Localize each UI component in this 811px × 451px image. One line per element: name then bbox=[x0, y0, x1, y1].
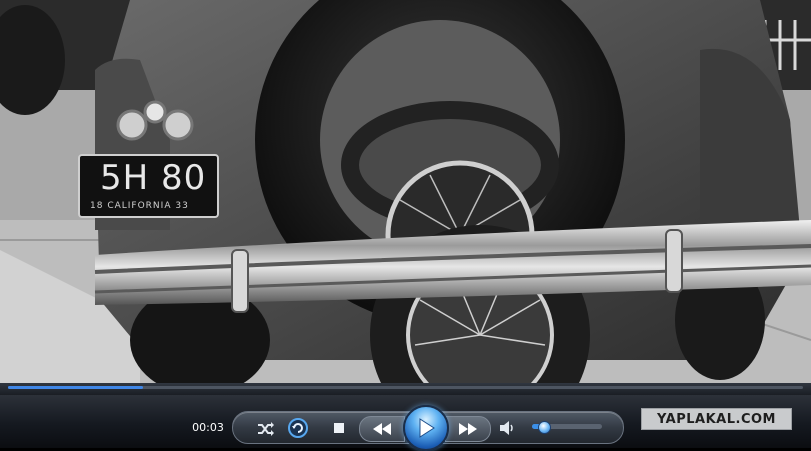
seek-bar[interactable] bbox=[0, 383, 811, 395]
previous-button[interactable] bbox=[359, 416, 405, 442]
license-plate-subtext: 18 CALIFORNIA 33 bbox=[90, 201, 189, 211]
site-watermark: YAPLAKAL.COM bbox=[641, 408, 792, 430]
shuffle-button[interactable] bbox=[254, 418, 278, 440]
volume-thumb[interactable] bbox=[537, 421, 551, 434]
volume-slider[interactable] bbox=[532, 421, 602, 434]
stop-button[interactable] bbox=[329, 419, 349, 437]
license-plate-number: 5H 80 bbox=[100, 158, 207, 198]
repeat-button[interactable] bbox=[286, 416, 310, 440]
speaker-icon bbox=[500, 421, 513, 435]
mute-button[interactable] bbox=[496, 418, 518, 438]
video-frame[interactable]: 5H 80 18 CALIFORNIA 33 bbox=[0, 0, 811, 383]
play-button[interactable] bbox=[403, 405, 449, 451]
shuffle-icon bbox=[258, 422, 274, 436]
elapsed-time: 00:03 bbox=[192, 421, 224, 434]
seek-track[interactable] bbox=[8, 386, 803, 389]
play-icon bbox=[419, 418, 435, 438]
fast-forward-icon bbox=[459, 423, 477, 435]
repeat-icon bbox=[288, 418, 308, 438]
stop-icon bbox=[334, 423, 344, 433]
seek-progress bbox=[8, 386, 144, 389]
next-button[interactable] bbox=[445, 416, 491, 442]
rewind-icon bbox=[373, 423, 391, 435]
